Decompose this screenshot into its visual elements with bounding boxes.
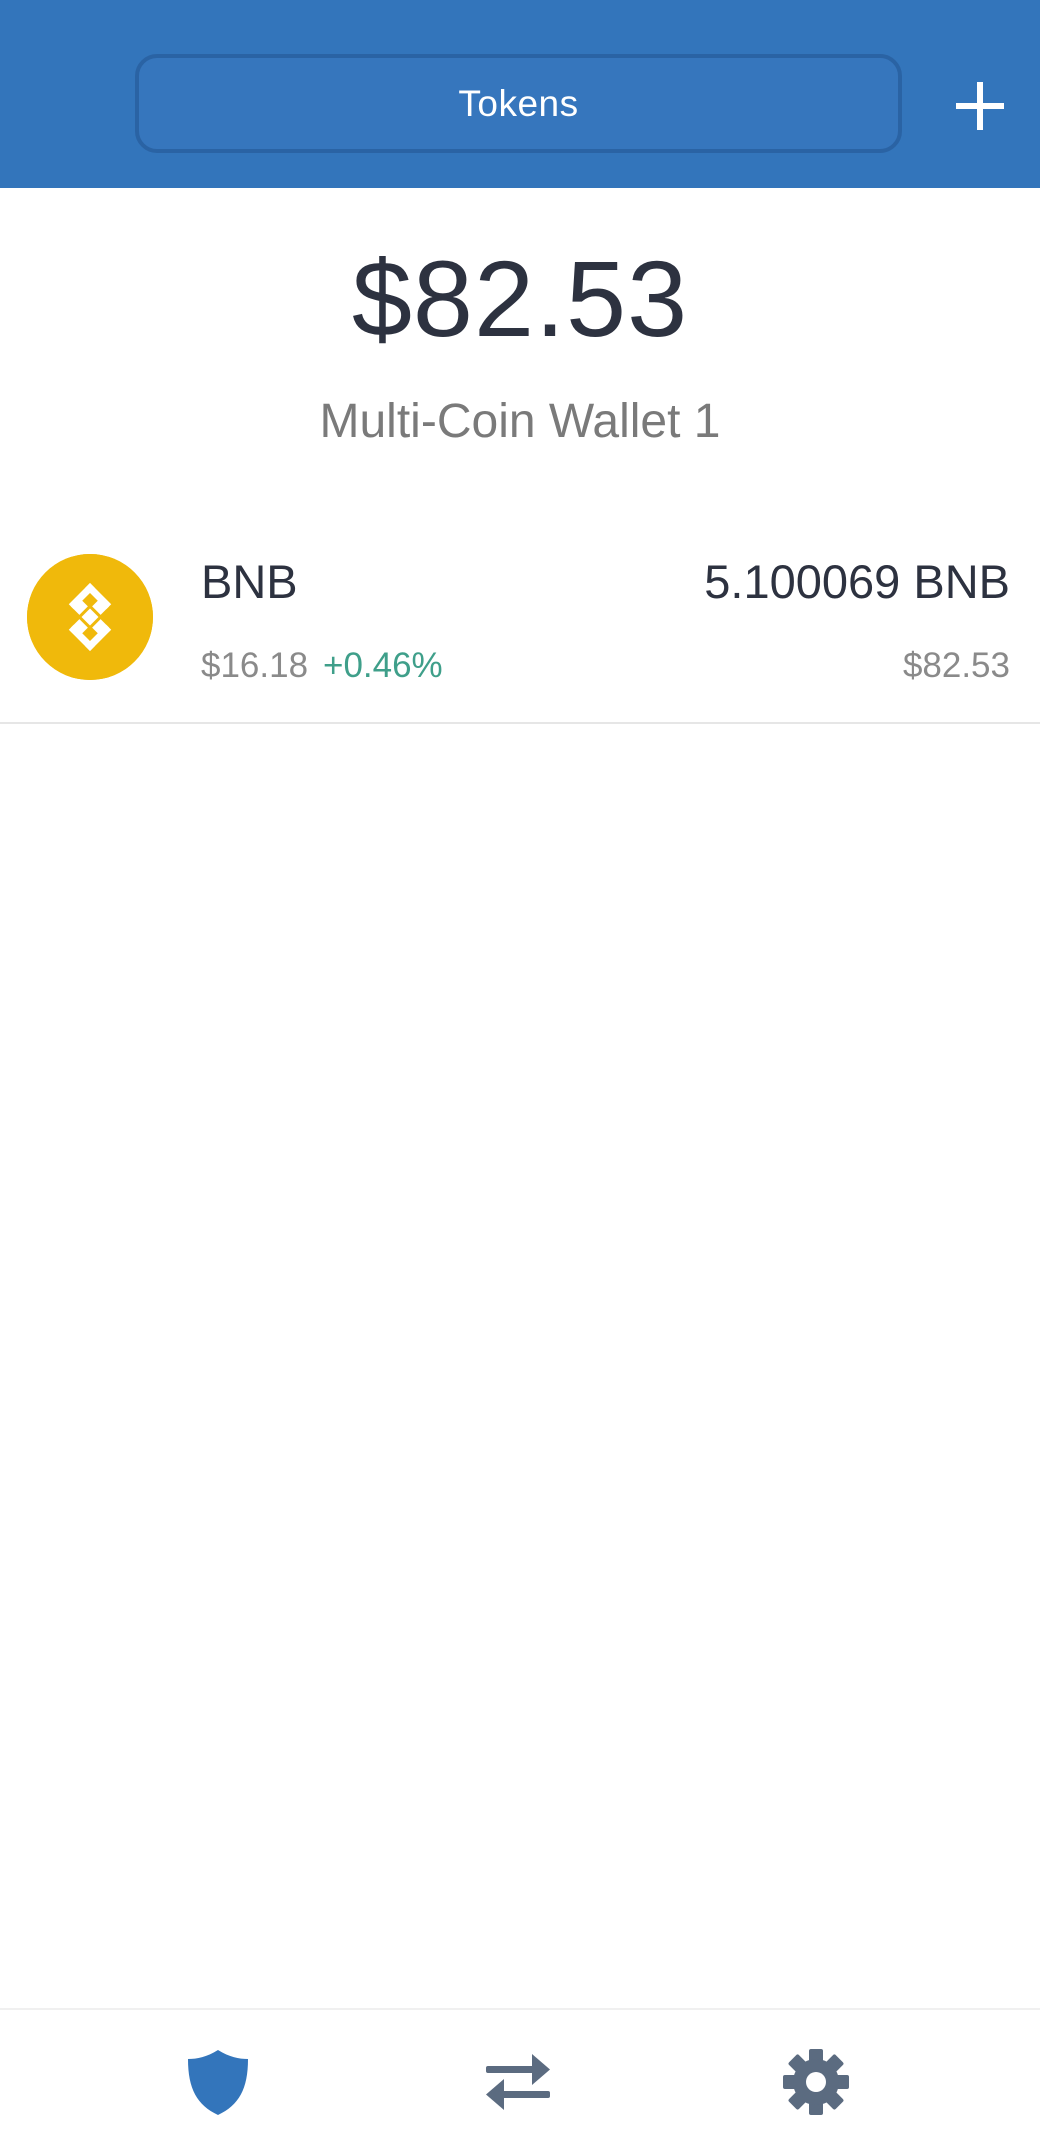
wallet-screen: Tokens $82.53 Multi-Coin Wallet 1 BNB $1…: [0, 0, 1040, 2152]
token-symbol: BNB: [201, 555, 298, 608]
bottom-navigation: [0, 2008, 1040, 2152]
bnb-coin-icon: [27, 554, 153, 680]
plus-icon: [956, 82, 1004, 130]
shield-icon: [188, 2050, 248, 2115]
tokens-tab-label: Tokens: [458, 82, 579, 124]
token-fiat-value: $82.53: [902, 646, 1010, 685]
add-token-button[interactable]: [952, 78, 1008, 134]
token-row-bnb[interactable]: BNB $16.18 +0.46% 5.100069 BNB $82.53: [0, 530, 1040, 724]
gear-icon: [783, 2049, 849, 2115]
nav-wallet-tab[interactable]: [118, 2010, 318, 2152]
tokens-tab[interactable]: Tokens: [135, 54, 902, 153]
total-balance: $82.53: [351, 238, 689, 359]
wallet-name: Multi-Coin Wallet 1: [319, 395, 721, 448]
token-price: $16.18: [201, 646, 309, 685]
token-amount: 5.100069 BNB: [704, 555, 1010, 608]
nav-settings-tab[interactable]: [716, 2010, 916, 2152]
top-bar: Tokens: [0, 0, 1040, 188]
token-price-change: +0.46%: [323, 646, 443, 685]
swap-arrows-icon: [486, 2054, 550, 2110]
nav-dex-tab[interactable]: [418, 2010, 618, 2152]
